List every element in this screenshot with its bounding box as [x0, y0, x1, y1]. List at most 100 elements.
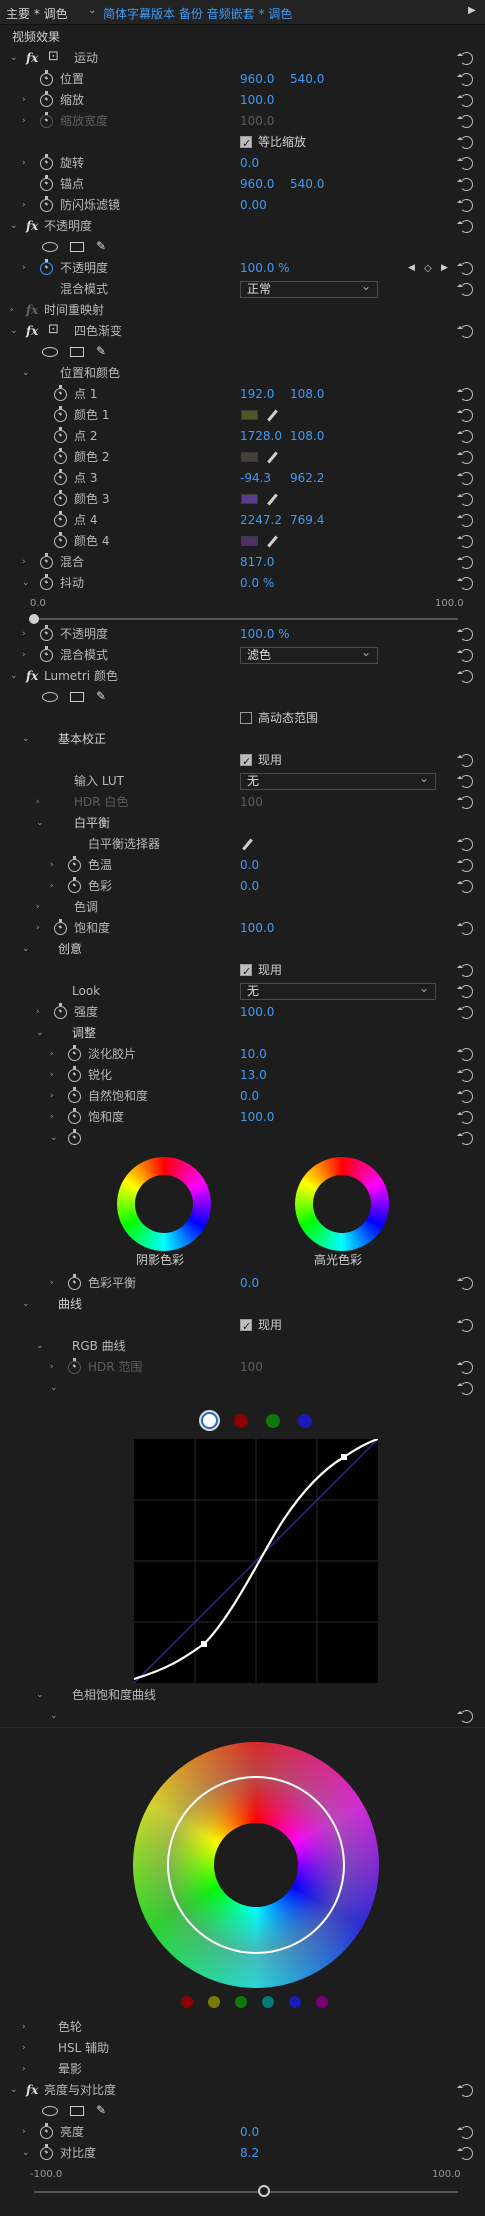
stopwatch-icon[interactable]: [68, 1087, 81, 1103]
expand-chevron-icon[interactable]: ›: [22, 90, 26, 111]
reset-icon[interactable]: [457, 52, 473, 65]
reset-icon[interactable]: [457, 73, 473, 86]
reset-icon[interactable]: [457, 556, 473, 569]
eyedropper-icon[interactable]: [266, 409, 279, 422]
reset-icon[interactable]: [457, 1710, 473, 1723]
stopwatch-icon[interactable]: [40, 259, 53, 275]
reset-icon[interactable]: [457, 199, 473, 212]
creative-enable-checkbox[interactable]: [240, 961, 252, 982]
temp-value[interactable]: 0.0: [240, 855, 259, 876]
expand-chevron-icon[interactable]: ›: [50, 1107, 54, 1128]
channel-blue-button[interactable]: [298, 1414, 312, 1428]
collapse-chevron-icon[interactable]: ⌄: [10, 321, 18, 342]
stopwatch-icon[interactable]: [54, 406, 67, 422]
expand-chevron-icon[interactable]: ›: [22, 2122, 26, 2143]
slider-track[interactable]: [34, 618, 458, 620]
reset-icon[interactable]: [457, 1111, 473, 1124]
group-pos-color[interactable]: ⌄ 位置和颜色: [0, 363, 485, 384]
stopwatch-icon[interactable]: [54, 385, 67, 401]
rectangle-mask-icon[interactable]: [70, 2106, 84, 2116]
prev-keyframe-icon[interactable]: ◀: [408, 258, 415, 279]
vibrance-value[interactable]: 0.0: [240, 1086, 259, 1107]
expand-chevron-icon[interactable]: ›: [36, 918, 40, 939]
expand-chevron-icon[interactable]: ›: [50, 876, 54, 897]
channel-green-button[interactable]: [266, 1414, 280, 1428]
color1-swatch[interactable]: [241, 410, 258, 420]
contrast-value[interactable]: 8.2: [240, 2143, 259, 2164]
anchor-x-value[interactable]: 960.0: [240, 174, 274, 195]
stopwatch-icon[interactable]: [40, 574, 53, 590]
reset-icon[interactable]: [457, 472, 473, 485]
channel-luma-button[interactable]: [201, 1412, 218, 1429]
expand-chevron-icon[interactable]: ›: [22, 645, 26, 666]
stopwatch-icon[interactable]: [68, 1066, 81, 1082]
basic-enable-checkbox[interactable]: [240, 751, 252, 772]
expand-chevron-icon[interactable]: ›: [22, 153, 26, 174]
jitter-value[interactable]: 0.0 %: [240, 573, 274, 594]
effect-motion[interactable]: ⌄ fx ⊡ 运动: [0, 48, 485, 69]
collapse-chevron-icon[interactable]: ⌄: [10, 2080, 18, 2101]
p2-x-value[interactable]: 1728.0: [240, 426, 282, 447]
hue-dot-cyan[interactable]: [262, 1996, 274, 2008]
curves-enable-checkbox[interactable]: [240, 1316, 252, 1337]
blend-value[interactable]: 817.0: [240, 552, 274, 573]
reset-icon[interactable]: [457, 775, 473, 788]
reset-icon[interactable]: [457, 388, 473, 401]
effect-brightness-contrast[interactable]: ⌄ fx 亮度与对比度: [0, 2080, 485, 2101]
group-rgb-curves[interactable]: ⌄ RGB 曲线: [0, 1336, 485, 1357]
tint-value[interactable]: 0.0: [240, 876, 259, 897]
jitter-slider[interactable]: 0.0 100.0: [0, 597, 485, 625]
group-hsl[interactable]: › HSL 辅助: [0, 2038, 485, 2059]
p1-y-value[interactable]: 108.0: [290, 384, 324, 405]
pen-mask-icon[interactable]: ✎: [96, 690, 110, 704]
expand-chevron-icon[interactable]: ›: [22, 552, 26, 573]
reset-icon[interactable]: [457, 493, 473, 506]
p4-x-value[interactable]: 2247.2: [240, 510, 282, 531]
expand-chevron-icon[interactable]: ›: [50, 1086, 54, 1107]
blend-mode-dropdown[interactable]: 滤色: [240, 645, 378, 664]
stopwatch-icon[interactable]: [40, 2144, 53, 2160]
curve-point[interactable]: [341, 1454, 347, 1460]
curve-point[interactable]: [201, 1641, 207, 1647]
collapse-chevron-icon[interactable]: ⌄: [50, 1128, 58, 1149]
reset-icon[interactable]: [457, 2147, 473, 2160]
brightness-value[interactable]: 0.0: [240, 2122, 259, 2143]
slider-thumb[interactable]: [258, 2185, 270, 2197]
input-lut-dropdown[interactable]: 无: [240, 771, 436, 790]
color3-swatch[interactable]: [241, 494, 258, 504]
collapse-chevron-icon[interactable]: ⌄: [22, 2143, 30, 2164]
expand-chevron-icon[interactable]: ›: [22, 624, 26, 645]
reset-icon[interactable]: [457, 1319, 473, 1332]
reset-icon[interactable]: [457, 283, 473, 296]
reset-icon[interactable]: [457, 1048, 473, 1061]
reset-icon[interactable]: [457, 430, 473, 443]
effect-four-color[interactable]: ⌄ fx ⊡ 四色渐变: [0, 321, 485, 342]
rgb-curve-graph[interactable]: [134, 1439, 378, 1683]
ellipse-mask-icon[interactable]: [42, 347, 58, 357]
tab-clip[interactable]: 简体字幕版本 备份 音频嵌套 * 调色: [103, 5, 292, 22]
reset-icon[interactable]: [457, 409, 473, 422]
reset-icon[interactable]: [457, 1382, 473, 1395]
expand-chevron-icon[interactable]: ›: [22, 2038, 26, 2059]
reset-icon[interactable]: [457, 754, 473, 767]
anti-flicker-value[interactable]: 0.00: [240, 195, 267, 216]
slider-track[interactable]: [34, 2191, 458, 2193]
hue-dot-magenta[interactable]: [316, 1996, 328, 2008]
opacity-value[interactable]: 100.0 %: [240, 258, 290, 279]
reset-icon[interactable]: [457, 262, 473, 275]
group-hue-sat[interactable]: ⌄ 色相饱和度曲线: [0, 1685, 485, 1706]
reset-icon[interactable]: [457, 985, 473, 998]
stopwatch-icon[interactable]: [40, 91, 53, 107]
expand-chevron-icon[interactable]: ›: [50, 1273, 54, 1294]
reset-icon[interactable]: [457, 2126, 473, 2139]
color2-swatch[interactable]: [241, 452, 258, 462]
reset-icon[interactable]: [457, 628, 473, 641]
expand-chevron-icon[interactable]: ›: [36, 1002, 40, 1023]
p4-y-value[interactable]: 769.4: [290, 510, 324, 531]
collapse-chevron-icon[interactable]: ⌄: [10, 666, 18, 687]
stopwatch-icon[interactable]: [40, 625, 53, 641]
expand-chevron-icon[interactable]: ›: [22, 195, 26, 216]
pen-mask-icon[interactable]: ✎: [96, 240, 110, 254]
group-adjust[interactable]: ⌄ 调整: [0, 1023, 485, 1044]
hue-saturation-wheel[interactable]: [133, 1742, 379, 1988]
